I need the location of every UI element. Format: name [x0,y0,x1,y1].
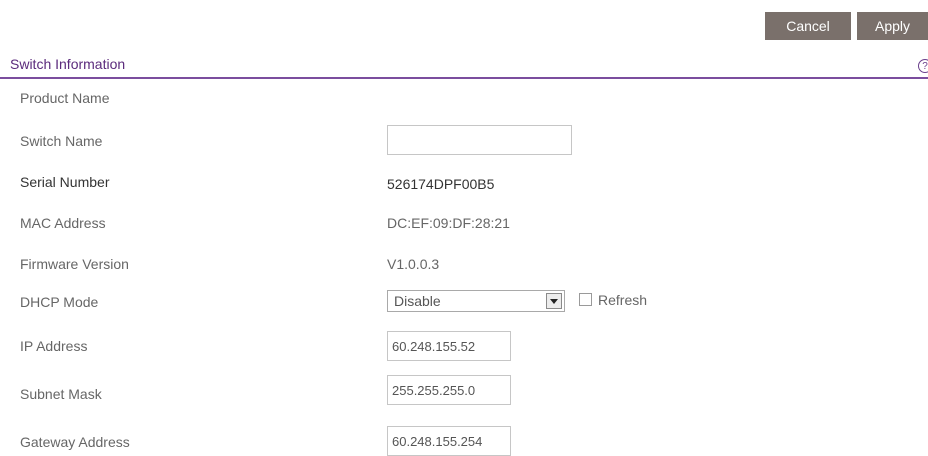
firmware-version-label: Firmware Version [20,256,129,272]
subnet-mask-input[interactable] [387,375,511,405]
section-underline [0,77,928,79]
subnet-mask-label: Subnet Mask [20,386,102,402]
help-icon[interactable]: ? [918,59,928,73]
switch-name-label: Switch Name [20,133,103,149]
mac-address-label: MAC Address [20,215,106,231]
chevron-down-icon[interactable] [546,293,562,309]
apply-button[interactable]: Apply [857,12,928,40]
cancel-button[interactable]: Cancel [765,12,851,40]
ip-address-input[interactable] [387,331,511,361]
section-header: Switch Information ? [0,54,928,80]
firmware-version-value: V1.0.0.3 [387,256,440,272]
dhcp-mode-value: Disable [394,293,441,309]
product-name-label: Product Name [20,90,110,106]
serial-number-label: Serial Number [20,174,110,190]
refresh-checkbox[interactable] [579,293,592,306]
ip-address-label: IP Address [20,338,88,354]
serial-number-value: 526174DPF00B5 [387,176,495,192]
gateway-address-label: Gateway Address [20,434,130,450]
dhcp-mode-select[interactable]: Disable [387,290,565,312]
mac-address-value: DC:EF:09:DF:28:21 [387,215,510,231]
tab-switch-information[interactable]: Switch Information [10,56,125,72]
refresh-label: Refresh [598,292,648,308]
gateway-address-input[interactable] [387,426,511,456]
switch-name-input[interactable] [387,125,572,155]
dhcp-mode-label: DHCP Mode [20,294,99,310]
